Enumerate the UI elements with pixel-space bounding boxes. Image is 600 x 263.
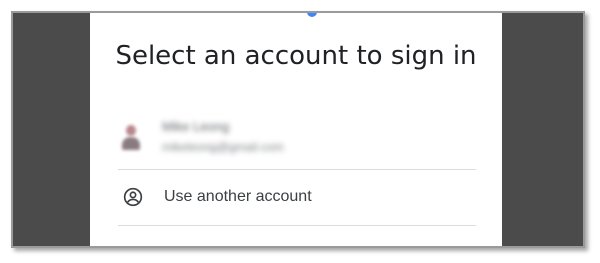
use-another-account-label: Use another account: [164, 188, 312, 205]
screenshot-frame: Select an account to sign in Mike Leong …: [11, 11, 585, 248]
divider: [118, 225, 476, 226]
divider: [118, 169, 476, 170]
account-circle-icon: [123, 187, 143, 207]
account-name: Mike Leong: [162, 119, 230, 134]
google-logo-fragment: [307, 13, 317, 17]
backdrop-left: [13, 13, 90, 246]
account-list-item[interactable]: Mike Leong mikeleong@gmail.com: [118, 113, 474, 171]
account-email: mikeleong@gmail.com: [162, 140, 284, 154]
use-another-account-button[interactable]: Use another account: [118, 179, 474, 215]
avatar: [122, 125, 140, 151]
backdrop-right: [502, 13, 583, 246]
dialog-title: Select an account to sign in: [115, 41, 477, 71]
account-chooser-dialog: Select an account to sign in Mike Leong …: [90, 13, 502, 246]
